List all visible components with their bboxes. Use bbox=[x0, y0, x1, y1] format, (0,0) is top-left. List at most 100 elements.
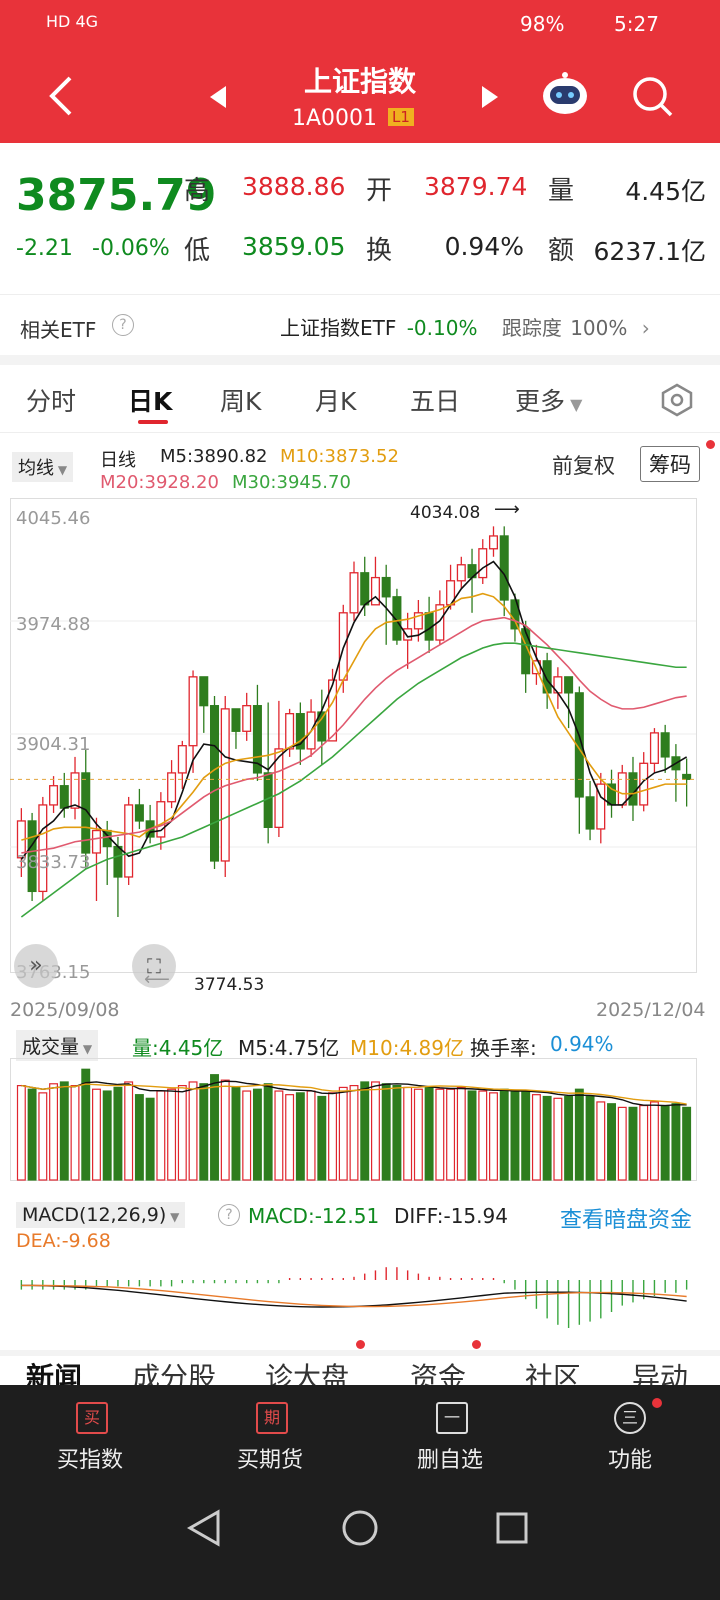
nav-back-icon[interactable] bbox=[186, 1508, 222, 1548]
candle-body bbox=[403, 628, 413, 641]
volume-chart[interactable] bbox=[10, 1058, 710, 1186]
x-start-date: 2025/09/08 bbox=[10, 999, 120, 1021]
ma10-legend: M10:3873.52 bbox=[280, 446, 399, 467]
candlestick-chart[interactable] bbox=[10, 498, 710, 992]
settings-hexagon-icon[interactable] bbox=[660, 383, 694, 417]
volume-today: 量:4.45亿 bbox=[132, 1036, 224, 1060]
tab-daily-k[interactable]: 日K bbox=[128, 382, 172, 418]
volume-bar bbox=[403, 1086, 413, 1181]
volume-bar bbox=[467, 1090, 477, 1181]
functions-button[interactable]: 功能 bbox=[570, 1442, 690, 1474]
dark-pool-link[interactable]: 查看暗盘资金 bbox=[560, 1202, 692, 1234]
volume-bar bbox=[478, 1090, 488, 1181]
candle-body bbox=[167, 772, 177, 803]
tab-monthly-k[interactable]: 月K bbox=[315, 382, 356, 418]
ma5-legend: M5:3890.82 bbox=[160, 446, 268, 467]
volume-bar bbox=[682, 1106, 692, 1181]
volume-bar bbox=[349, 1085, 359, 1181]
volume-bar bbox=[489, 1092, 498, 1181]
volume-bar bbox=[70, 1085, 80, 1181]
dea-line bbox=[21, 1284, 687, 1308]
volume-bar bbox=[649, 1101, 659, 1181]
section-gap bbox=[0, 1350, 720, 1356]
volume-m5: M5:4.75亿 bbox=[238, 1036, 340, 1060]
volume-label: 量 bbox=[548, 176, 575, 206]
macd-dropdown[interactable]: MACD(12,26,9) ▼ bbox=[16, 1202, 186, 1228]
volume-dropdown[interactable]: 成交量 ▼ bbox=[16, 1030, 99, 1061]
fullscreen-icon[interactable]: ⛶ bbox=[132, 944, 176, 988]
macd-value: MACD:-12.51 bbox=[248, 1204, 380, 1228]
volume-bar bbox=[639, 1104, 649, 1181]
divider bbox=[0, 432, 720, 433]
tab-more[interactable]: 更多 ▼ bbox=[515, 382, 582, 418]
next-arrow-icon[interactable] bbox=[480, 86, 500, 108]
app-header: HD 4G 98% 5:27 上证指数 1A0001 L1 bbox=[0, 0, 720, 143]
search-icon[interactable] bbox=[630, 74, 674, 118]
candle-body bbox=[381, 576, 391, 598]
adjust-toggle[interactable]: 前复权 bbox=[552, 450, 615, 480]
stock-code: 1A0001 bbox=[292, 106, 378, 131]
robot-assistant-icon[interactable] bbox=[540, 70, 590, 118]
etf-row[interactable]: 上证指数ETF -0.10% 跟踪度 100% › bbox=[280, 312, 700, 341]
volume-bar bbox=[628, 1106, 638, 1181]
functions-icon: 三 bbox=[614, 1402, 646, 1434]
etf-change: -0.10% bbox=[406, 316, 478, 340]
caret-down-icon: ▼ bbox=[166, 1210, 180, 1224]
volume-bar bbox=[263, 1083, 273, 1181]
candle-body bbox=[585, 796, 595, 830]
prev-arrow-icon[interactable] bbox=[208, 86, 228, 108]
candle-body bbox=[564, 676, 574, 694]
volume-m10: M10:4.89亿 bbox=[350, 1036, 464, 1060]
volume-bar bbox=[360, 1081, 370, 1181]
tab-weekly-k[interactable]: 周K bbox=[220, 382, 261, 418]
volume-bar bbox=[38, 1092, 48, 1181]
candle-body bbox=[209, 705, 220, 862]
tab-intraday[interactable]: 分时 bbox=[26, 382, 76, 418]
nav-recents-icon[interactable] bbox=[494, 1510, 530, 1546]
help-icon[interactable]: ? bbox=[112, 314, 134, 336]
volume-bar bbox=[435, 1088, 445, 1181]
active-tab-indicator bbox=[138, 420, 168, 424]
volume-value: 4.45亿 bbox=[625, 177, 706, 206]
volume-bar bbox=[585, 1095, 595, 1181]
caret-down-icon: ▼ bbox=[565, 395, 583, 414]
volume-bar bbox=[27, 1088, 37, 1181]
volume-bar bbox=[188, 1081, 198, 1181]
candle-body bbox=[456, 564, 466, 582]
candle-body bbox=[113, 845, 123, 878]
volume-bar bbox=[521, 1090, 531, 1181]
remove-watchlist-button[interactable]: 删自选 bbox=[390, 1442, 510, 1474]
turnover-rate-value: 0.94% bbox=[550, 1032, 614, 1056]
candle-body bbox=[188, 676, 198, 747]
chips-button[interactable]: 筹码 bbox=[640, 446, 700, 482]
buy-futures-button[interactable]: 买期货 bbox=[210, 1442, 330, 1474]
period-label: 日线 bbox=[100, 450, 136, 471]
y-tick-label: 3974.88 bbox=[16, 614, 91, 635]
candle-body bbox=[499, 535, 509, 601]
y-tick-label: 4045.46 bbox=[16, 508, 91, 529]
help-icon[interactable]: ? bbox=[218, 1204, 240, 1226]
ma-dropdown[interactable]: 均线 ▼ bbox=[12, 452, 74, 482]
candle-body bbox=[285, 713, 295, 750]
high-value: 3888.86 bbox=[242, 172, 346, 201]
remove-watchlist-icon: 一 bbox=[436, 1402, 468, 1434]
back-icon[interactable] bbox=[46, 74, 76, 118]
ma-dropdown-label: 均线 bbox=[18, 458, 54, 479]
turnover-label: 换 bbox=[366, 236, 393, 266]
clock: 5:27 bbox=[614, 12, 659, 36]
volume-bar bbox=[381, 1083, 391, 1181]
expand-chevrons-icon[interactable]: » bbox=[14, 944, 58, 988]
candle-body bbox=[682, 773, 692, 780]
volume-bar bbox=[134, 1094, 144, 1181]
price-change-pct: -0.06% bbox=[92, 236, 170, 261]
volume-bar bbox=[574, 1088, 584, 1181]
signal-status: HD 4G bbox=[46, 12, 99, 31]
macd-chart[interactable] bbox=[10, 1236, 710, 1348]
tab-five-day[interactable]: 五日 bbox=[410, 382, 460, 418]
amount-label: 额 bbox=[548, 236, 575, 266]
volume-dropdown-label: 成交量 bbox=[22, 1036, 80, 1058]
candle-body bbox=[49, 785, 59, 806]
buy-index-button[interactable]: 买指数 bbox=[30, 1442, 150, 1474]
nav-home-icon[interactable] bbox=[340, 1508, 380, 1548]
volume-bar bbox=[113, 1086, 123, 1181]
